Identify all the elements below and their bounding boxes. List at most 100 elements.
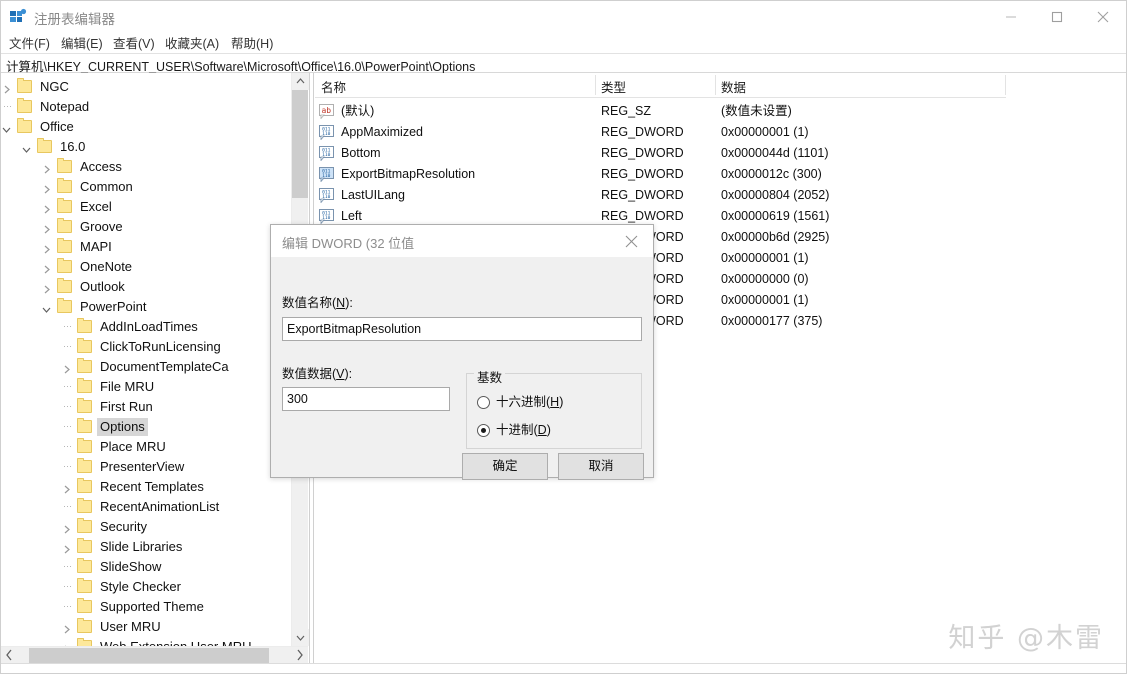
tree-item-label: Place MRU xyxy=(100,439,166,454)
column-separator-1[interactable] xyxy=(595,75,596,95)
table-row[interactable]: 011 110 AppMaximized REG_DWORD 0x00000001 … xyxy=(315,122,1006,143)
folder-icon xyxy=(57,218,72,233)
folder-icon xyxy=(77,418,92,433)
chevron-right-icon[interactable] xyxy=(1,82,12,94)
scroll-right-arrow[interactable] xyxy=(291,647,308,663)
chevron-right-icon[interactable] xyxy=(41,262,52,274)
folder-icon xyxy=(57,198,72,213)
tree-item-label: AddInLoadTimes xyxy=(100,319,198,334)
tree-item-mapi[interactable]: MAPI xyxy=(1,237,291,257)
value-data-cell: 0x00000804 (2052) xyxy=(721,188,830,202)
radio-decimal-label: 十进制(D) xyxy=(496,423,551,437)
column-header-2[interactable]: 数据 xyxy=(721,77,746,96)
tree-item-outlook[interactable]: Outlook xyxy=(1,277,291,297)
chevron-right-icon[interactable] xyxy=(41,282,52,294)
chevron-right-icon[interactable] xyxy=(41,162,52,174)
tree-item-label: MAPI xyxy=(80,239,112,254)
close-button[interactable] xyxy=(1082,1,1126,33)
menu-item-1[interactable]: 编辑(E) xyxy=(61,34,103,54)
chevron-right-icon[interactable] xyxy=(41,242,52,254)
tree-item-label: Notepad xyxy=(40,99,90,114)
tree-item-clicktorunlicensing[interactable]: ClickToRunLicensing xyxy=(1,337,291,357)
tree-item-recent-templates[interactable]: Recent Templates xyxy=(1,477,291,497)
dialog-close-button[interactable] xyxy=(611,225,653,255)
tree-item-access[interactable]: Access xyxy=(1,157,291,177)
tree-item-onenote[interactable]: OneNote xyxy=(1,257,291,277)
tree-item-place-mru[interactable]: Place MRU xyxy=(1,437,291,457)
folder-icon xyxy=(57,158,72,173)
tree-item-office[interactable]: Office xyxy=(1,117,291,137)
value-data-cell: 0x00000001 (1) xyxy=(721,125,809,139)
tree-item-label: OneNote xyxy=(80,259,133,274)
tree-item-label: ClickToRunLicensing xyxy=(100,339,221,354)
tree-item-documenttemplateca[interactable]: DocumentTemplateCa xyxy=(1,357,291,377)
tree-item-notepad[interactable]: Notepad xyxy=(1,97,291,117)
chevron-right-icon[interactable] xyxy=(41,222,52,234)
value-type-cell: REG_DWORD xyxy=(601,209,684,223)
tree-item-first-run[interactable]: First Run xyxy=(1,397,291,417)
ok-button[interactable]: 确定 xyxy=(462,453,548,480)
chevron-right-icon[interactable] xyxy=(61,482,72,494)
tree-scroll-thumb[interactable] xyxy=(292,90,308,198)
list-column-headers[interactable]: 名称 类型 数据 xyxy=(315,73,1006,98)
tree-item-powerpoint[interactable]: PowerPoint xyxy=(1,297,291,317)
scroll-left-arrow[interactable] xyxy=(1,647,18,663)
menu-item-2[interactable]: 查看(V) xyxy=(113,34,155,54)
chevron-down-icon[interactable] xyxy=(41,302,52,313)
tree-item-supported-theme[interactable]: Supported Theme xyxy=(1,597,291,617)
menu-item-3[interactable]: 收藏夹(A) xyxy=(165,34,219,54)
dialog-title-bar: 编辑 DWORD (32 位值 xyxy=(271,225,653,257)
tree-item-recentanimationlist[interactable]: RecentAnimationList xyxy=(1,497,291,517)
tree-item-common[interactable]: Common xyxy=(1,177,291,197)
scroll-down-arrow[interactable] xyxy=(292,629,309,646)
tree-item-slide-libraries[interactable]: Slide Libraries xyxy=(1,537,291,557)
minimize-button[interactable] xyxy=(990,1,1036,33)
value-data-cell: 0x00000001 (1) xyxy=(721,251,809,265)
chevron-right-icon[interactable] xyxy=(61,542,72,554)
tree-item-addinloadtimes[interactable]: AddInLoadTimes xyxy=(1,317,291,337)
value-name-input[interactable] xyxy=(282,317,642,341)
maximize-button[interactable] xyxy=(1036,1,1082,33)
chevron-right-icon[interactable] xyxy=(61,622,72,634)
chevron-down-icon[interactable] xyxy=(1,122,12,133)
table-row[interactable]: 011 110 Bottom REG_DWORD 0x0000044d (1101) xyxy=(315,143,1006,164)
column-separator-2[interactable] xyxy=(715,75,716,95)
tree-item-ngc[interactable]: NGC xyxy=(1,77,291,97)
chevron-down-icon[interactable] xyxy=(21,142,32,153)
menu-item-4[interactable]: 帮助(H) xyxy=(231,34,273,54)
tree-item-groove[interactable]: Groove xyxy=(1,217,291,237)
tree-item-style-checker[interactable]: Style Checker xyxy=(1,577,291,597)
tree-hscroll-thumb[interactable] xyxy=(29,648,269,663)
dword-value-icon: 011 110 xyxy=(319,209,334,224)
tree-item-16-0[interactable]: 16.0 xyxy=(1,137,291,157)
chevron-right-icon[interactable] xyxy=(41,182,52,194)
value-data-cell: 0x00000000 (0) xyxy=(721,272,809,286)
tree-item-options[interactable]: Options xyxy=(1,417,291,437)
tree-item-presenterview[interactable]: PresenterView xyxy=(1,457,291,477)
address-bar[interactable]: 计算机\HKEY_CURRENT_USER\Software\Microsoft… xyxy=(1,53,1126,74)
cancel-button[interactable]: 取消 xyxy=(558,453,644,480)
table-row[interactable]: 011 110 LastUILang REG_DWORD 0x00000804 (2… xyxy=(315,185,1006,206)
tree-horizontal-scrollbar[interactable] xyxy=(1,646,308,663)
chevron-right-icon[interactable] xyxy=(61,362,72,374)
tree-item-excel[interactable]: Excel xyxy=(1,197,291,217)
radio-hexadecimal-mark xyxy=(477,396,490,409)
chevron-right-icon[interactable] xyxy=(61,522,72,534)
menu-item-0[interactable]: 文件(F) xyxy=(9,34,50,54)
tree-item-security[interactable]: Security xyxy=(1,517,291,537)
chevron-right-icon[interactable] xyxy=(41,202,52,214)
registry-tree[interactable]: NGC Notepad Office 16.0 Access Common Excel Gro… xyxy=(1,73,309,653)
value-type-cell: REG_DWORD xyxy=(601,125,684,139)
tree-item-file-mru[interactable]: File MRU xyxy=(1,377,291,397)
table-row[interactable]: 011 110 ExportBitmapResolution REG_DWORD 0… xyxy=(315,164,1006,185)
tree-item-user-mru[interactable]: User MRU xyxy=(1,617,291,637)
value-type-cell: REG_DWORD xyxy=(601,146,684,160)
tree-item-slideshow[interactable]: SlideShow xyxy=(1,557,291,577)
table-row[interactable]: ab (默认) REG_SZ (数值未设置) xyxy=(315,101,1006,122)
value-data-input[interactable] xyxy=(282,387,450,411)
column-separator-end[interactable] xyxy=(1005,75,1006,95)
column-header-0[interactable]: 名称 xyxy=(321,77,346,96)
folder-icon xyxy=(77,438,92,453)
column-header-1[interactable]: 类型 xyxy=(601,77,626,96)
scroll-up-arrow[interactable] xyxy=(292,73,309,90)
